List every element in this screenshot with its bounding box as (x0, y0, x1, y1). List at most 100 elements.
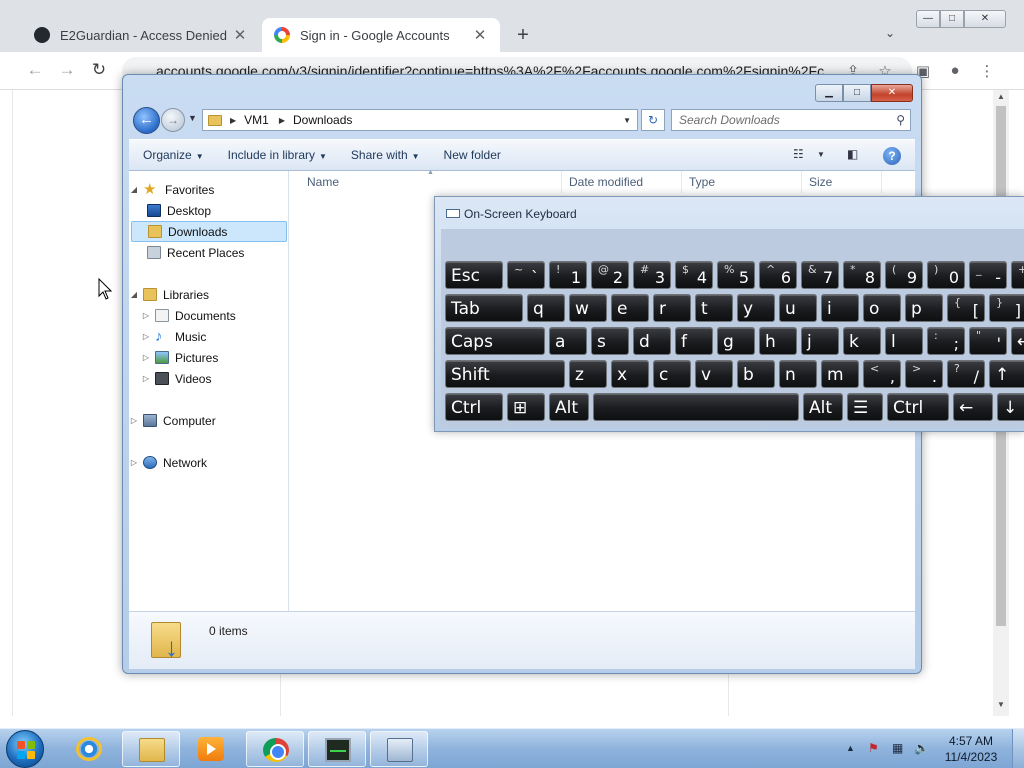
key-w[interactable]: w (569, 294, 607, 322)
breadcrumb-separator-icon[interactable]: ▶ (230, 116, 236, 125)
explorer-forward-icon[interactable]: → (161, 108, 185, 132)
collapse-icon[interactable]: ◢ (129, 290, 139, 299)
explorer-minimize-icon[interactable]: ▁ (815, 84, 843, 102)
nav-music[interactable]: ▷ ♪ Music (129, 326, 287, 347)
expand-icon[interactable]: ▷ (141, 332, 151, 341)
key-m[interactable]: m (821, 360, 859, 388)
column-divider[interactable] (681, 171, 682, 193)
action-center-flag-icon[interactable]: ⚑ (868, 741, 879, 755)
refresh-icon[interactable]: ↻ (641, 109, 665, 131)
nav-videos[interactable]: ▷ Videos (129, 368, 287, 389)
key-symbol[interactable]: ↓ (997, 393, 1024, 421)
key-n[interactable]: n (779, 360, 817, 388)
key-symbol[interactable]: {[ (947, 294, 985, 322)
search-icon[interactable]: ⚲ (896, 113, 905, 127)
google-chrome-button[interactable] (246, 731, 304, 767)
key-symbol[interactable]: _ - (969, 261, 1007, 289)
explorer-search-box[interactable]: ⚲ (671, 109, 911, 131)
tab-close-icon[interactable]: ✕ (232, 26, 248, 44)
internet-explorer-button[interactable] (60, 731, 118, 767)
key-p[interactable]: p (905, 294, 943, 322)
key-c[interactable]: c (653, 360, 691, 388)
breadcrumb-vm1[interactable]: VM1 (244, 113, 269, 127)
back-arrow-icon[interactable]: ← (24, 60, 46, 80)
column-header-date-modified[interactable]: Date modified (569, 175, 643, 189)
key-a[interactable]: a (549, 327, 587, 355)
tab-google-signin[interactable]: Sign in - Google Accounts ✕ (262, 18, 500, 52)
key-symbol[interactable]: ↵ (1011, 327, 1024, 355)
key-t[interactable]: t (695, 294, 733, 322)
address-dropdown-icon[interactable]: ▼ (623, 116, 631, 125)
search-input[interactable] (672, 110, 877, 130)
key-symbol[interactable]: * 8 (843, 261, 881, 289)
column-header-size[interactable]: Size (809, 175, 832, 189)
key-b[interactable]: b (737, 360, 775, 388)
expand-icon[interactable]: ▷ (141, 311, 151, 320)
media-player-button[interactable] (182, 731, 240, 767)
key-r[interactable]: r (653, 294, 691, 322)
nav-libraries[interactable]: ◢ Libraries (129, 284, 287, 305)
key-alt[interactable]: Alt (549, 393, 589, 421)
key-symbol[interactable]: ! 1 (549, 261, 587, 289)
new-tab-button[interactable]: + (512, 24, 534, 47)
recent-pages-chevron-icon[interactable]: ▼ (188, 113, 197, 123)
key-symbol[interactable]: ~ ` (507, 261, 545, 289)
key-symbol[interactable]: & 7 (801, 261, 839, 289)
column-header-name[interactable]: Name (307, 175, 339, 189)
nav-network[interactable]: ▷ Network (129, 452, 287, 473)
key-symbol[interactable]: :; (927, 327, 965, 355)
breadcrumb-separator-icon[interactable]: ▶ (279, 116, 285, 125)
expand-icon[interactable]: ▷ (129, 416, 139, 425)
column-divider[interactable] (561, 171, 562, 193)
nav-recent-places[interactable]: Recent Places (129, 242, 287, 263)
key-i[interactable]: i (821, 294, 859, 322)
explorer-address-bar[interactable]: ▶ VM1 ▶ Downloads ▼ (202, 109, 638, 131)
windows-explorer-button[interactable] (122, 731, 180, 767)
key-z[interactable]: z (569, 360, 607, 388)
organize-button[interactable]: Organize ▼ (143, 148, 204, 162)
key-symbol[interactable]: }] (989, 294, 1024, 322)
breadcrumb-downloads[interactable]: Downloads (293, 113, 352, 127)
key-s[interactable]: s (591, 327, 629, 355)
key-symbol[interactable]: #3 (633, 261, 671, 289)
key-symbol[interactable]: ⊞ (507, 393, 545, 421)
key-u[interactable]: u (779, 294, 817, 322)
key-q[interactable]: q (527, 294, 565, 322)
forward-arrow-icon[interactable]: → (56, 60, 78, 80)
share-with-button[interactable]: Share with ▼ (351, 148, 420, 162)
scroll-up-icon[interactable]: ▲ (993, 92, 1009, 101)
view-dropdown-icon[interactable]: ▼ (817, 150, 825, 159)
start-button[interactable] (6, 730, 44, 768)
nav-downloads[interactable]: Downloads (131, 221, 287, 242)
close-icon[interactable]: ✕ (964, 10, 1006, 28)
tab-close-icon[interactable]: ✕ (472, 26, 488, 44)
key-symbol[interactable]: ← (953, 393, 993, 421)
key-v[interactable]: v (695, 360, 733, 388)
key-esc[interactable]: Esc (445, 261, 503, 289)
nav-documents[interactable]: ▷ Documents (129, 305, 287, 326)
scroll-down-icon[interactable]: ▼ (993, 700, 1009, 709)
key-j[interactable]: j (801, 327, 839, 355)
column-divider[interactable] (801, 171, 802, 193)
key-o[interactable]: o (863, 294, 901, 322)
show-desktop-button[interactable] (1012, 729, 1024, 768)
key-symbol[interactable]: $4 (675, 261, 713, 289)
expand-icon[interactable]: ▷ (141, 374, 151, 383)
key-ctrl[interactable]: Ctrl (445, 393, 503, 421)
key-l[interactable]: l (885, 327, 923, 355)
key-caps[interactable]: Caps (445, 327, 545, 355)
key-symbol[interactable]: (9 (885, 261, 923, 289)
tab-search-icon[interactable]: ⌄ (885, 26, 895, 40)
key-x[interactable]: x (611, 360, 649, 388)
nav-computer[interactable]: ▷ Computer (129, 410, 287, 431)
explorer-maximize-icon[interactable]: □ (843, 84, 871, 102)
volume-icon[interactable]: 🔈 (914, 741, 929, 755)
reload-icon[interactable]: ↻ (88, 60, 110, 80)
key-symbol[interactable]: >. (905, 360, 943, 388)
key-f[interactable]: f (675, 327, 713, 355)
key-g[interactable]: g (717, 327, 755, 355)
collapse-icon[interactable]: ◢ (129, 185, 139, 194)
help-icon[interactable]: ? (883, 147, 901, 165)
key-alt[interactable]: Alt (803, 393, 843, 421)
menu-kebab-icon[interactable]: ⋮ (978, 62, 996, 80)
